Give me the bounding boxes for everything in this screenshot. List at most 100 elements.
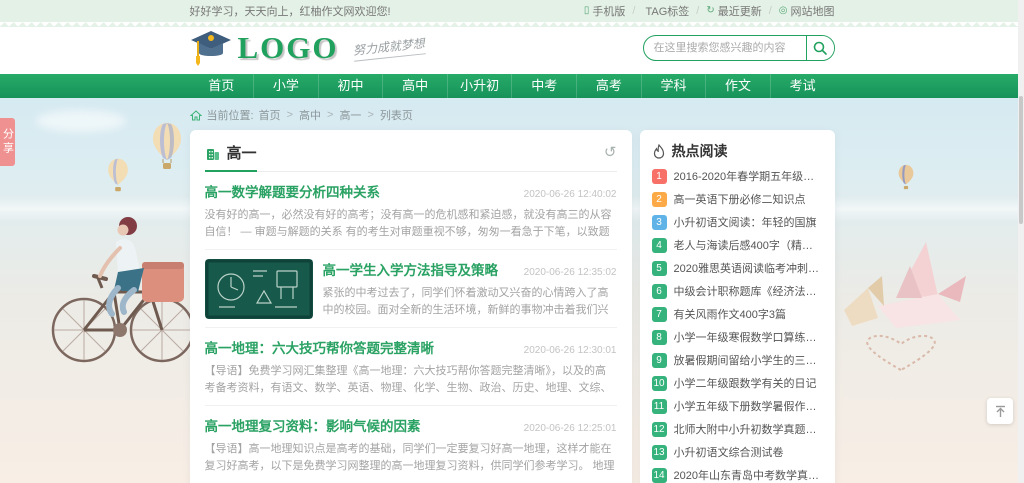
hot-reading-link[interactable]: 2020年山东青岛中考数学真题（已公布） [674,467,823,483]
topbar-link-label: 手机版 [592,3,625,19]
hot-reading-link[interactable]: 高一英语下册必修二知识点 [674,191,806,207]
logo-text: LOGO [238,30,339,66]
separator: > [287,109,293,121]
separator: / [696,5,699,17]
girl-on-bicycle-illustration [42,200,198,368]
welcome-text: 好好学习，天天向上，红柚作文网欢迎您! [190,3,391,19]
back-to-top-button[interactable] [987,398,1013,424]
article-body: 高一地理复习资料：影响气候的因素 2020-06-26 12:25:01 【导语… [205,415,617,475]
hot-reading-item: 7 有关风雨作文400字3篇 [652,306,823,322]
hot-reading-item: 4 老人与海读后感400字（精选3篇） [652,237,823,253]
building-icon [205,145,221,161]
hot-reading-card: 热点阅读 1 2016-2020年春学期五年级语文下期末模拟 2 高一英语下册必… [640,130,835,483]
article-excerpt: 【导语】免费学习网汇集整理《高一地理：六大技巧帮你答题完整清晰》，以及的高考备考… [205,363,617,397]
scrollbar-track[interactable] [1018,0,1024,483]
refresh-icon[interactable]: ↺ [604,145,617,160]
hot-reading-item: 14 2020年山东青岛中考数学真题（已公布） [652,467,823,483]
nav-item[interactable]: 高考 [577,74,642,98]
article-thumbnail[interactable] [205,259,313,319]
article-date: 2020-06-26 12:40:02 [524,189,617,200]
rank-badge: 6 [652,284,667,299]
nav-item[interactable]: 小学 [254,74,319,98]
hot-reading-link[interactable]: 2016-2020年春学期五年级语文下期末模拟 [674,168,823,184]
hot-reading-item: 6 中级会计职称题库《经济法》检测题 [652,283,823,299]
topbar-link[interactable]: ↻ 最近更新 [706,3,761,19]
hot-reading-header: 热点阅读 [652,141,823,161]
hot-reading-link[interactable]: 老人与海读后感400字（精选3篇） [674,237,823,253]
article-body: 高一学生入学方法指导及策略 2020-06-26 12:35:02 紧张的中考过… [323,259,617,319]
rank-badge: 8 [652,330,667,345]
hot-reading-link[interactable]: 放暑假期间留给小学生的三年级英语作文范文 [674,352,823,368]
article-item: 高一数学解题要分析四种关系 2020-06-26 12:40:02 没有好的高一… [205,172,617,250]
hot-reading-list: 1 2016-2020年春学期五年级语文下期末模拟 2 高一英语下册必修二知识点… [652,168,823,483]
chalkboard-image [205,259,313,319]
search-button[interactable] [806,36,834,60]
main-nav: 首页 小学 初中 高中 小升初 中考 高考 学科 作文 考试 [0,74,1024,98]
separator: / [769,5,772,17]
rank-badge: 14 [652,468,667,483]
breadcrumb-link[interactable]: 高中 [299,107,321,123]
topbar-link[interactable]: TAG标签 [642,3,689,19]
scrollbar-thumb[interactable] [1019,96,1023,224]
article-item: 高一地理：六大技巧帮你答题完整清晰 2020-06-26 12:30:01 【导… [205,328,617,406]
hot-reading-title: 热点阅读 [672,141,728,161]
separator: > [367,109,373,121]
home-icon [190,110,202,121]
hot-reading-item: 9 放暑假期间留给小学生的三年级英语作文范文 [652,352,823,368]
hot-reading-link[interactable]: 小学五年级下册数学暑假作业答案【20-61 [674,398,823,414]
topbar-link-label: 网站地图 [791,3,835,19]
hot-reading-link[interactable]: 北师大附中小升初数学真题汇编 [674,421,823,437]
nav-item[interactable]: 学科 [642,74,707,98]
slogan-text: 努力成就梦想 [352,34,426,61]
search-input[interactable] [644,36,806,60]
breadcrumb-link[interactable]: 高一 [339,107,361,123]
topbar-link-label: 最近更新 [718,3,762,19]
hot-reading-link[interactable]: 小学一年级寒假数学口算练习题三篇 [674,329,823,345]
nav-item[interactable]: 初中 [319,74,384,98]
article-title-link[interactable]: 高一学生入学方法指导及策略 [323,259,499,279]
site-logo[interactable]: LOGO [190,29,339,67]
article-body: 高一地理：六大技巧帮你答题完整清晰 2020-06-26 12:30:01 【导… [205,337,617,397]
topbar-link[interactable]: ▯ 手机版 [584,3,626,19]
article-date: 2020-06-26 12:35:02 [524,267,617,278]
hot-reading-item: 8 小学一年级寒假数学口算练习题三篇 [652,329,823,345]
hot-reading-link[interactable]: 有关风雨作文400字3篇 [674,306,786,322]
breadcrumb-link[interactable]: 首页 [259,107,281,123]
hot-reading-link[interactable]: 2020雅思英语阅读临考冲刺试题附答案 [674,260,823,276]
breadcrumb-link[interactable]: 列表页 [380,107,413,123]
rank-badge: 13 [652,445,667,460]
cloud-shape [36,110,126,132]
rank-badge: 11 [652,399,667,414]
breadcrumb-trail: 首页>高中>高一>列表页 [259,107,413,123]
article-excerpt: 紧张的中考过去了，同学们怀着激动又兴奋的心情跨入了高中的校园。面对全新的生活环境… [323,285,617,319]
flame-icon [652,144,666,159]
topbar-link-icon: ◎ [779,6,788,16]
hot-reading-link[interactable]: 小学二年级跟数学有关的日记 [674,375,817,391]
nav-item[interactable]: 高中 [383,74,448,98]
topbar-link[interactable]: ◎ 网站地图 [779,3,835,19]
nav-item[interactable]: 首页 [190,74,255,98]
nav-item[interactable]: 中考 [512,74,577,98]
section-title: 高一 [227,142,257,163]
nav-item[interactable]: 小升初 [448,74,513,98]
rank-badge: 4 [652,238,667,253]
article-list: 高一数学解题要分析四种关系 2020-06-26 12:40:02 没有好的高一… [205,172,617,483]
hot-reading-link[interactable]: 小升初语文综合测试卷 [674,444,784,460]
hot-reading-item: 5 2020雅思英语阅读临考冲刺试题附答案 [652,260,823,276]
hot-reading-item: 11 小学五年级下册数学暑假作业答案【20-61 [652,398,823,414]
rank-badge: 7 [652,307,667,322]
article-title-link[interactable]: 高一数学解题要分析四种关系 [205,181,381,201]
hot-reading-link[interactable]: 小升初语文阅读：年轻的国旗 [674,214,817,230]
nav-item[interactable]: 考试 [771,74,835,98]
article-date: 2020-06-26 12:30:01 [524,345,617,356]
share-button[interactable]: 分享 [0,118,15,166]
topbar-links: ▯ 手机版 / TAG标签 / ↻ 最近更新 / ◎ [584,3,835,19]
topbar-link-label: TAG标签 [645,3,689,19]
article-title-link[interactable]: 高一地理：六大技巧帮你答题完整清晰 [205,337,435,357]
article-title-link[interactable]: 高一地理复习资料：影响气候的因素 [205,415,421,435]
nav-item[interactable]: 作文 [706,74,771,98]
arrow-up-to-top-icon [994,405,1007,418]
article-item: 高一学生入学方法指导及策略 2020-06-26 12:35:02 紧张的中考过… [205,250,617,328]
list-header: 高一 ↺ [205,142,617,172]
hot-reading-link[interactable]: 中级会计职称题库《经济法》检测题 [674,283,823,299]
